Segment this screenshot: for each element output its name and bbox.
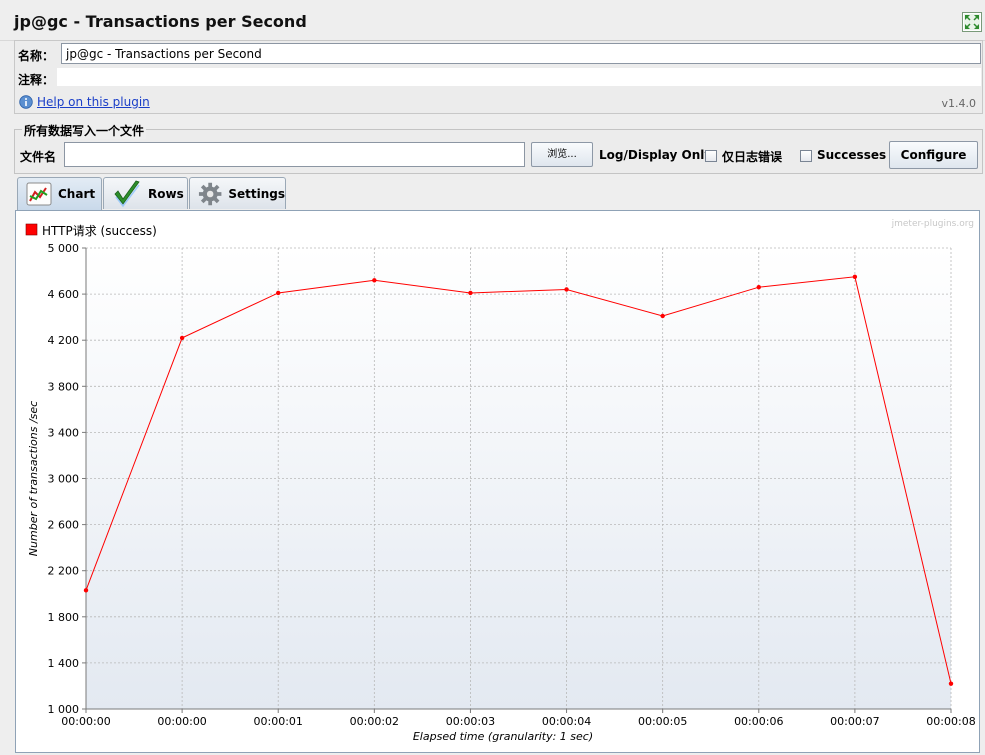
name-panel: 名称： jp@gc - Transactions per Second 注释： …	[14, 40, 983, 114]
y-tick-label: 1 400	[48, 657, 80, 670]
tab-settings-label: Settings	[228, 186, 285, 201]
x-tick-label: 00:00:00	[157, 715, 206, 728]
x-tick-label: 00:00:06	[734, 715, 783, 728]
filename-input[interactable]	[64, 142, 525, 167]
version-label: v1.4.0	[941, 97, 977, 110]
data-point	[660, 313, 665, 319]
x-tick-label: 00:00:05	[638, 715, 687, 728]
x-tick-label: 00:00:07	[830, 715, 879, 728]
name-label: 名称：	[18, 49, 55, 63]
tab-rows-label: Rows	[148, 186, 184, 201]
data-point	[276, 290, 281, 296]
y-tick-label: 4 200	[48, 334, 80, 347]
y-tick-label: 3 800	[48, 380, 80, 393]
x-tick-label: 00:00:01	[254, 715, 303, 728]
legend-swatch	[25, 223, 38, 236]
data-point	[83, 588, 89, 593]
title-bar: jp@gc - Transactions per Second	[0, 0, 985, 41]
tab-rows[interactable]: Rows	[103, 177, 188, 209]
errors-only-label: 仅日志错误	[722, 150, 783, 164]
y-axis-title: Number of transactions /sec	[27, 401, 40, 556]
y-tick-label: 2 600	[48, 519, 80, 532]
checkmark-icon	[114, 180, 140, 207]
x-tick-label: 00:00:00	[61, 715, 110, 728]
tab-settings[interactable]: Settings	[189, 177, 286, 209]
comment-label: 注释：	[18, 73, 55, 87]
tab-chart-label: Chart	[58, 187, 96, 201]
data-point	[179, 335, 185, 341]
data-point	[756, 284, 761, 290]
configure-button[interactable]: Configure	[889, 141, 978, 169]
data-point	[852, 274, 858, 280]
file-section-legend: 所有数据写入一个文件	[22, 122, 147, 139]
filename-label: 文件名	[20, 150, 57, 164]
y-tick-label: 1 800	[48, 611, 80, 624]
tab-chart[interactable]: Chart	[17, 177, 102, 210]
successes-checkbox[interactable]	[800, 150, 812, 162]
y-tick-label: 3 000	[48, 473, 80, 486]
watermark: jmeter-plugins.org	[891, 219, 974, 229]
data-point	[372, 278, 377, 283]
tps-chart: 1 0001 4001 8002 2002 6003 0003 4003 800…	[25, 219, 976, 743]
chart-panel: 1 000 1 400 1 800 2 200 2 600 3 000 3 400 3 800…	[15, 210, 980, 753]
expand-icon[interactable]	[962, 12, 982, 32]
x-tick-label: 00:00:08	[926, 715, 975, 728]
chart-icon	[26, 182, 52, 206]
errors-only-checkbox[interactable]	[705, 150, 717, 162]
info-icon	[19, 95, 33, 109]
name-field[interactable]: jp@gc - Transactions per Second	[61, 43, 981, 64]
browse-button[interactable]: 浏览...	[531, 142, 593, 167]
gear-icon	[198, 182, 222, 205]
help-link[interactable]: Help on this plugin	[37, 95, 150, 109]
data-point	[564, 287, 569, 292]
comment-field[interactable]	[57, 68, 981, 86]
x-axis-title: Elapsed time (granularity: 1 sec)	[413, 730, 593, 743]
y-tick-label: 2 200	[48, 565, 80, 578]
successes-label: Successes	[817, 148, 887, 162]
x-tick-label: 00:00:04	[542, 715, 591, 728]
data-point	[468, 290, 473, 296]
data-point	[948, 681, 954, 686]
y-tick-label: 3 400	[48, 426, 80, 439]
y-tick-label: 4 600	[48, 288, 80, 301]
log-display-label: Log/Display Only:	[599, 148, 717, 162]
help-link-container[interactable]: Help on this plugin	[19, 95, 150, 109]
legend-label: HTTP请求 (success)	[42, 224, 157, 238]
y-tick-label: 5 000	[48, 242, 80, 255]
x-tick-label: 00:00:02	[350, 715, 399, 728]
window-title: jp@gc - Transactions per Second	[14, 12, 307, 31]
x-tick-label: 00:00:03	[446, 715, 495, 728]
